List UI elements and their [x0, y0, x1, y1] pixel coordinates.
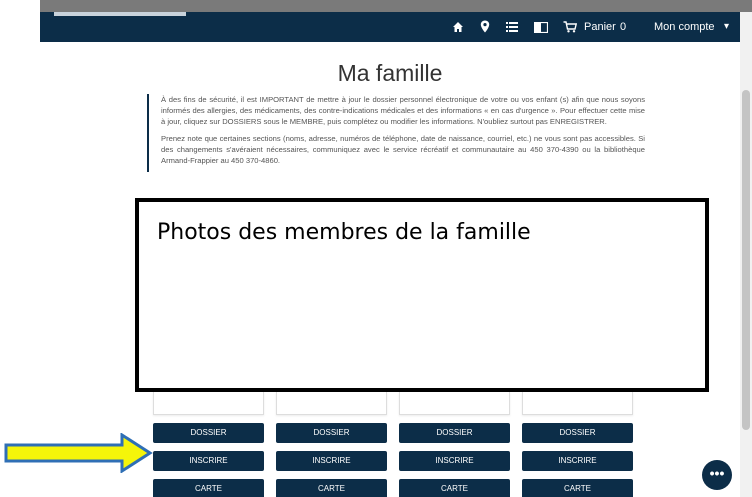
carte-button[interactable]: CARTE	[522, 479, 633, 497]
cart-count-badge: 0	[620, 21, 627, 33]
notice-paragraph-contact: Prenez note que certaines sections (noms…	[161, 134, 645, 165]
account-menu[interactable]: Mon compte	[654, 18, 715, 36]
site-logo[interactable]	[54, 12, 186, 16]
chevron-down-icon[interactable]: ▾	[724, 18, 729, 36]
family-photos-box: Photos des membres de la famille	[135, 198, 709, 392]
scrollbar-thumb[interactable]	[742, 90, 750, 430]
inscrire-button[interactable]: INSCRIRE	[276, 451, 387, 471]
dossier-button[interactable]: DOSSIER	[399, 423, 510, 443]
inscrire-button[interactable]: INSCRIRE	[522, 451, 633, 471]
list-icon[interactable]	[504, 18, 520, 36]
window-left-margin	[0, 0, 40, 497]
book-icon[interactable]	[532, 18, 550, 36]
pointer-arrow-icon	[4, 433, 153, 473]
home-icon[interactable]	[450, 18, 466, 36]
inscrire-button[interactable]: INSCRIRE	[399, 451, 510, 471]
member-card[interactable]	[276, 392, 387, 415]
inscrire-button[interactable]: INSCRIRE	[153, 451, 264, 471]
dossier-button[interactable]: DOSSIER	[522, 423, 633, 443]
cart-icon[interactable]	[562, 18, 578, 36]
top-navbar: Panier 0 Mon compte ▾	[40, 12, 740, 42]
dossier-button[interactable]: DOSSIER	[276, 423, 387, 443]
cart-label[interactable]: Panier	[584, 18, 616, 36]
more-options-button[interactable]: •••	[702, 460, 732, 490]
page: Panier 0 Mon compte ▾ Ma famille À des f…	[40, 12, 740, 497]
member-card[interactable]	[399, 392, 510, 415]
carte-button[interactable]: CARTE	[276, 479, 387, 497]
page-title: Ma famille	[337, 60, 443, 86]
window-frame-top	[0, 0, 752, 12]
member-card[interactable]	[522, 392, 633, 415]
notice-paragraph-update: À des fins de sécurité, il est IMPORTANT…	[161, 95, 645, 126]
member-card[interactable]	[153, 392, 264, 415]
carte-button[interactable]: CARTE	[153, 479, 264, 497]
location-icon[interactable]	[478, 18, 492, 36]
security-notice: À des fins de sécurité, il est IMPORTANT…	[147, 94, 645, 172]
carte-button[interactable]: CARTE	[399, 479, 510, 497]
family-photos-label: Photos des membres de la famille	[157, 220, 531, 245]
dossier-button[interactable]: DOSSIER	[153, 423, 264, 443]
